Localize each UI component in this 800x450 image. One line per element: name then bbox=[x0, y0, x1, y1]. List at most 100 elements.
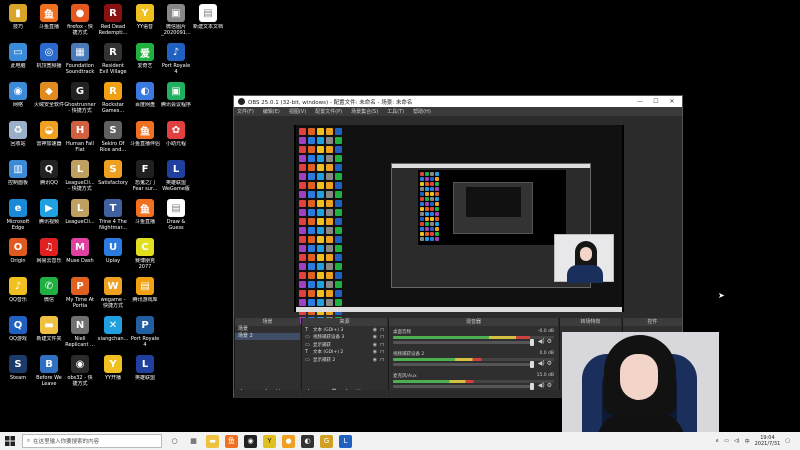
desktop-icon[interactable]: N Niell Replicant ... bbox=[63, 316, 97, 354]
desktop-icon[interactable]: ▤ 腾讯游戏库 bbox=[128, 277, 162, 315]
desktop-icon[interactable]: ♫ 网易云音乐 bbox=[32, 238, 66, 276]
desktop-icon[interactable]: L LeagueCli... bbox=[63, 199, 97, 237]
desktop-icon[interactable]: B Before We Leave bbox=[32, 355, 66, 393]
desktop-icon[interactable]: ✿ 小助元程 bbox=[159, 121, 193, 159]
desktop-icon[interactable]: 爱爱奇艺 bbox=[128, 43, 162, 81]
volume-slider[interactable] bbox=[393, 383, 534, 390]
douyu-taskbar-icon[interactable]: 鱼 bbox=[225, 434, 238, 448]
desktop-icon[interactable]: S Sekiro Of Rice and... bbox=[96, 121, 130, 159]
lock-icon[interactable]: ⊓ bbox=[380, 327, 384, 333]
obs-taskbar-icon[interactable]: ◉ bbox=[244, 434, 257, 448]
desktop-icon[interactable]: ◒ 雷神加速器 bbox=[32, 121, 66, 159]
lock-icon[interactable]: ⊓ bbox=[380, 357, 384, 363]
desktop-icon[interactable]: ◐ 百度网盘 bbox=[128, 82, 162, 120]
desktop-icon[interactable]: ◆ 火绒安全软件 bbox=[32, 82, 66, 120]
desktop-icon[interactable]: ▣ 微信图片 _2020091... bbox=[159, 4, 193, 42]
desktop-icon[interactable]: ♪ Port Royale 4 bbox=[159, 43, 193, 81]
desktop-icon[interactable]: ▣ 腾讯会议程序 bbox=[159, 82, 193, 120]
network-icon[interactable]: ▭ bbox=[724, 438, 729, 444]
yy-taskbar-icon[interactable]: Y bbox=[263, 434, 276, 448]
menu-item[interactable]: 文件(F) bbox=[237, 108, 254, 115]
desktop-icon[interactable]: S Satisfactory bbox=[96, 160, 130, 198]
menu-item[interactable]: 视图(V) bbox=[289, 108, 306, 115]
desktop-icon[interactable]: P My Time At Portia bbox=[63, 277, 97, 315]
task-view-icon[interactable]: ○ bbox=[168, 435, 181, 448]
desktop-icon[interactable]: ◉ 网络 bbox=[1, 82, 35, 120]
desktop-icon[interactable]: ♪ QQ音乐 bbox=[1, 277, 35, 315]
file-explorer-icon[interactable]: ▬ bbox=[206, 434, 219, 448]
maximize-icon[interactable]: ☐ bbox=[648, 96, 664, 107]
volume-icon[interactable]: ◁) bbox=[734, 438, 740, 444]
desktop-icon[interactable]: P Port Royale 4 bbox=[128, 316, 162, 354]
lock-icon[interactable]: ⊓ bbox=[380, 349, 384, 355]
mixer-settings-icon[interactable]: ⚙ bbox=[547, 338, 552, 345]
desktop-icon[interactable]: T Trine 4 The Nightmar... bbox=[96, 199, 130, 237]
taskbar-app-icon[interactable]: G bbox=[320, 434, 333, 448]
menu-item[interactable]: 场景集合(S) bbox=[351, 108, 378, 115]
visibility-eye-icon[interactable]: ◉ bbox=[373, 349, 377, 355]
speaker-icon[interactable]: ◀) bbox=[538, 338, 545, 345]
desktop-icon[interactable]: ▥ 控制面板 bbox=[1, 160, 35, 198]
visibility-eye-icon[interactable]: ◉ bbox=[373, 334, 377, 340]
source-item[interactable]: T 文本 (GDI+) 2 ◉ ⊓ bbox=[302, 349, 387, 357]
menu-item[interactable]: 帮助(H) bbox=[413, 108, 431, 115]
taskbar-app-icon[interactable]: ● bbox=[282, 434, 295, 448]
desktop-icon[interactable]: R Rockstar Games... bbox=[96, 82, 130, 120]
menu-item[interactable]: 编辑(E) bbox=[263, 108, 280, 115]
taskbar-clock[interactable]: 19:04 2021/7/31 bbox=[755, 435, 781, 447]
menu-item[interactable]: 配置文件(P) bbox=[315, 108, 342, 115]
start-button[interactable] bbox=[0, 432, 20, 450]
source-item[interactable]: ▭ 显示捕获 ◉ ⊓ bbox=[302, 341, 387, 349]
mixer-settings-icon[interactable]: ⚙ bbox=[547, 360, 552, 367]
speaker-icon[interactable]: ◀) bbox=[538, 360, 545, 367]
desktop-icon[interactable]: ▤ 新建文本文档 bbox=[191, 4, 225, 42]
desktop-icon[interactable]: 鱼斗鱼直播 bbox=[32, 4, 66, 42]
desktop-icon[interactable]: ● firefox - 快 捷方式 bbox=[63, 4, 97, 42]
source-item[interactable]: T 文本 (GDI+) 3 ◉ ⊓ bbox=[302, 326, 387, 334]
desktop-icon[interactable]: ◎ 机顶宽频播 bbox=[32, 43, 66, 81]
desktop-icon[interactable]: Wwegame - 快捷方式 bbox=[96, 277, 130, 315]
desktop-icon[interactable]: C 赛博朋克 2077 bbox=[128, 238, 162, 276]
tray-chevron-icon[interactable]: ∧ bbox=[715, 438, 719, 444]
notification-icon[interactable]: ▢ bbox=[785, 438, 790, 444]
desktop-icon[interactable]: L 英雄联盟 WeGame版 bbox=[159, 160, 193, 198]
desktop-icon[interactable]: U Uplay bbox=[96, 238, 130, 276]
speaker-icon[interactable]: ◀) bbox=[538, 382, 545, 389]
desktop-icon[interactable]: 鱼斗鱼直播 bbox=[128, 199, 162, 237]
minimize-icon[interactable]: — bbox=[632, 96, 648, 107]
desktop-icon[interactable]: ♻ 回收站 bbox=[1, 121, 35, 159]
source-item[interactable]: ▭ 显示捕获 2 ◉ ⊓ bbox=[302, 356, 387, 364]
desktop-icon[interactable]: Y YY开播 bbox=[96, 355, 130, 393]
scene-item[interactable]: 场景 bbox=[235, 326, 300, 333]
lock-icon[interactable]: ⊓ bbox=[380, 334, 384, 340]
visibility-eye-icon[interactable]: ◉ bbox=[373, 357, 377, 363]
widgets-icon[interactable]: ▦ bbox=[187, 435, 200, 448]
desktop-icon[interactable]: ▤ Draw & Guess bbox=[159, 199, 193, 237]
taskbar-app-icon[interactable]: L bbox=[339, 434, 352, 448]
desktop-icon[interactable]: ▬ 新建文件夹 bbox=[32, 316, 66, 354]
desktop-icon[interactable]: ✆ 微信 bbox=[32, 277, 66, 315]
desktop-icon[interactable]: R Resident Evil Village bbox=[96, 43, 130, 81]
lock-icon[interactable]: ⊓ bbox=[380, 342, 384, 348]
visibility-eye-icon[interactable]: ◉ bbox=[373, 342, 377, 348]
desktop-icon[interactable]: ◉ obs32 - 快 捷方式 bbox=[63, 355, 97, 393]
scene-item[interactable]: 场景 2 bbox=[235, 333, 300, 340]
menu-item[interactable]: 工具(T) bbox=[387, 108, 404, 115]
desktop-icon[interactable]: e Microsoft Edge bbox=[1, 199, 35, 237]
obs-title-bar[interactable]: OBS 25.0.1 (32-bit, windows) - 配置文件: 未命名… bbox=[234, 96, 682, 107]
input-language[interactable]: 中 bbox=[745, 438, 750, 445]
desktop-icon[interactable]: 鱼斗鱼直播伴侣 bbox=[128, 121, 162, 159]
obs-preview[interactable] bbox=[294, 125, 624, 324]
mixer-settings-icon[interactable]: ⚙ bbox=[547, 382, 552, 389]
desktop-icon[interactable]: H Human Fall Flat bbox=[63, 121, 97, 159]
taskbar-app-icon[interactable]: ◐ bbox=[301, 434, 314, 448]
desktop-icon[interactable]: ▦ Foundation Soundtrack bbox=[63, 43, 97, 81]
desktop-icon[interactable]: ▭ 此电脑 bbox=[1, 43, 35, 81]
source-item[interactable]: ▭ 视频捕获设备 3 ◉ ⊓ bbox=[302, 334, 387, 342]
volume-slider[interactable] bbox=[393, 361, 534, 368]
close-icon[interactable]: ✕ bbox=[664, 96, 680, 107]
desktop-icon[interactable]: L 英雄联盟 bbox=[128, 355, 162, 393]
desktop-icon[interactable]: ▮ 技巧 bbox=[1, 4, 35, 42]
desktop-icon[interactable]: ▶ 腾讯视频 bbox=[32, 199, 66, 237]
desktop-icon[interactable]: R Red Dead Redempti... bbox=[96, 4, 130, 42]
